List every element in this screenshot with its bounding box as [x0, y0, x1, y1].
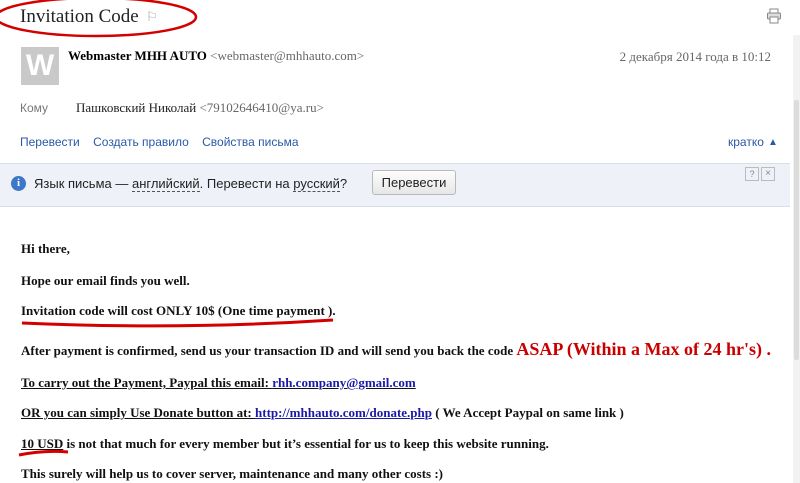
- body-donate-text: OR you can simply Use Donate button at:: [21, 405, 256, 420]
- body-usd-amount: 10 USD: [21, 436, 64, 451]
- close-icon[interactable]: ×: [761, 167, 775, 181]
- body-paypal-text: To carry out the Payment, Paypal this em…: [21, 375, 273, 390]
- avatar: W: [21, 47, 59, 85]
- body-after-payment: After payment is confirmed, send us your…: [21, 339, 771, 360]
- language-link[interactable]: английский: [131, 176, 200, 192]
- body-usd: 10 USD is not that much for every member…: [21, 436, 549, 452]
- donate-link[interactable]: http://mhhauto.com/donate.php: [255, 405, 432, 420]
- info-icon: i: [11, 176, 26, 191]
- cost-underline-annotation: [21, 318, 334, 328]
- email-date: 2 декабря 2014 года в 10:12: [619, 49, 771, 64]
- translate-button[interactable]: Перевести: [372, 170, 456, 195]
- body-greeting: Hi there,: [21, 241, 70, 256]
- recipient-email: <79102646410@ya.ru>: [199, 100, 324, 115]
- scrollbar-thumb[interactable]: [794, 100, 799, 360]
- recipient-name: Пашковский Николай: [76, 100, 197, 115]
- translate-prefix: Язык письма —: [34, 176, 132, 191]
- create-rule-link[interactable]: Создать правило: [93, 135, 189, 149]
- sender-name: Webmaster MHH AUTO: [68, 48, 207, 63]
- short-view-link[interactable]: кратко: [728, 135, 764, 149]
- body-cost: Invitation code will cost ONLY 10$ (One …: [21, 303, 336, 318]
- body-last: This surely will help us to cover server…: [21, 466, 444, 481]
- help-icon[interactable]: ?: [745, 167, 759, 181]
- sender[interactable]: Webmaster MHH AUTO <webmaster@mhhauto.co…: [68, 48, 364, 64]
- flag-icon[interactable]: ⚐: [146, 9, 158, 25]
- body-hope: Hope our email finds you well.: [21, 273, 190, 288]
- translate-prompt: Язык письма — английский. Перевести на р…: [34, 176, 348, 192]
- translate-link[interactable]: Перевести: [20, 135, 80, 149]
- body-usd-rest: is not that much for every member but it…: [63, 436, 549, 451]
- body-paypal: To carry out the Payment, Paypal this em…: [21, 375, 416, 391]
- email-actions: Перевести Создать правило Свойства письм…: [20, 135, 309, 149]
- body-donate: OR you can simply Use Donate button at: …: [21, 405, 624, 421]
- body-asap: ASAP (Within a Max of 24 hr's) .: [516, 339, 772, 359]
- translate-suffix: ?: [339, 176, 348, 191]
- body-donate-suffix: ( We Accept Paypal on same link ): [432, 405, 624, 420]
- email-subject: Invitation Code: [20, 6, 139, 27]
- translate-middle: . Перевести на: [199, 176, 294, 191]
- target-language-link[interactable]: русский: [293, 176, 340, 192]
- paypal-email-link[interactable]: rhh.company@gmail.com: [272, 375, 416, 390]
- recipient-label: Кому: [20, 101, 49, 115]
- print-icon[interactable]: [766, 8, 782, 24]
- chevron-up-icon[interactable]: ▲: [768, 137, 778, 148]
- body-after-text: After payment is confirmed, send us your…: [21, 343, 517, 358]
- recipient[interactable]: Пашковский Николай <79102646410@ya.ru>: [76, 100, 324, 116]
- sender-email: <webmaster@mhhauto.com>: [210, 48, 365, 63]
- properties-link[interactable]: Свойства письма: [202, 135, 298, 149]
